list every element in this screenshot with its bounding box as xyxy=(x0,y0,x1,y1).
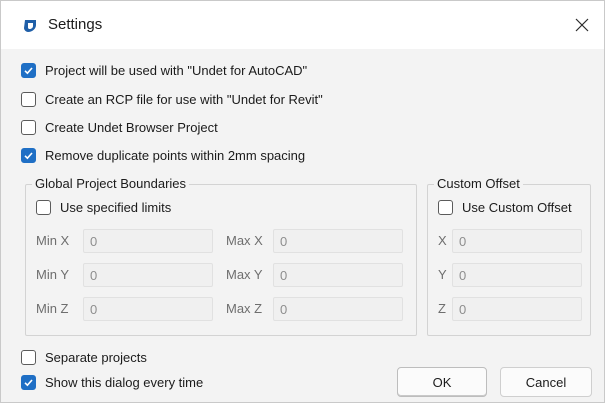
undet-app-icon xyxy=(22,18,38,34)
show-dialog-label: Show this dialog every time xyxy=(45,375,204,390)
use-limits-option[interactable]: Use specified limits xyxy=(36,200,171,215)
use-offset-option[interactable]: Use Custom Offset xyxy=(438,200,572,215)
ok-button[interactable]: OK xyxy=(397,367,487,397)
min-z-label: Min Z xyxy=(36,301,69,316)
option-rcp-label: Create an RCP file for use with "Undet f… xyxy=(45,92,323,107)
min-z-input[interactable]: 0 xyxy=(83,297,213,321)
use-offset-label: Use Custom Offset xyxy=(462,200,572,215)
offset-group: Custom Offset Use Custom Offset X 0 Y 0 … xyxy=(427,176,591,336)
option-browser[interactable]: Create Undet Browser Project xyxy=(21,120,218,135)
max-z-label: Max Z xyxy=(226,301,263,316)
offset-group-title: Custom Offset xyxy=(434,176,523,191)
separate-projects-label: Separate projects xyxy=(45,350,147,365)
min-y-label: Min Y xyxy=(36,267,69,282)
option-rcp[interactable]: Create an RCP file for use with "Undet f… xyxy=(21,92,323,107)
window-title: Settings xyxy=(48,16,103,33)
offset-x-label: X xyxy=(438,233,447,248)
option-autocad-label: Project will be used with "Undet for Aut… xyxy=(45,63,308,78)
use-limits-checkbox[interactable] xyxy=(36,200,51,215)
option-autocad[interactable]: Project will be used with "Undet for Aut… xyxy=(21,63,307,78)
use-offset-checkbox[interactable] xyxy=(438,200,453,215)
option-browser-label: Create Undet Browser Project xyxy=(45,120,218,135)
max-x-label: Max X xyxy=(226,233,263,248)
show-dialog-checkbox[interactable] xyxy=(21,375,36,390)
option-duplicates-label: Remove duplicate points within 2mm spaci… xyxy=(45,148,306,163)
min-x-label: Min X xyxy=(36,233,70,248)
option-duplicates-checkbox[interactable] xyxy=(21,148,36,163)
option-autocad-checkbox[interactable] xyxy=(21,63,36,78)
min-x-input[interactable]: 0 xyxy=(83,229,213,253)
offset-z-label: Z xyxy=(438,301,446,316)
close-icon xyxy=(575,18,589,32)
cancel-button[interactable]: Cancel xyxy=(500,367,592,397)
separate-projects-checkbox[interactable] xyxy=(21,350,36,365)
offset-y-input[interactable]: 0 xyxy=(452,263,582,287)
dialog-body: Project will be used with "Undet for Aut… xyxy=(1,49,604,402)
option-duplicates[interactable]: Remove duplicate points within 2mm spaci… xyxy=(21,148,305,163)
title-bar: Settings xyxy=(1,1,604,49)
checkmark-icon xyxy=(24,379,33,387)
separate-projects-option[interactable]: Separate projects xyxy=(21,350,147,365)
max-z-input[interactable]: 0 xyxy=(273,297,403,321)
settings-dialog: Settings Project will be used with "Unde… xyxy=(0,0,605,403)
boundaries-group: Global Project Boundaries Use specified … xyxy=(25,176,417,336)
option-rcp-checkbox[interactable] xyxy=(21,92,36,107)
offset-y-label: Y xyxy=(438,267,447,282)
offset-z-input[interactable]: 0 xyxy=(452,297,582,321)
checkmark-icon xyxy=(24,152,33,160)
offset-x-input[interactable]: 0 xyxy=(452,229,582,253)
max-y-input[interactable]: 0 xyxy=(273,263,403,287)
show-dialog-option[interactable]: Show this dialog every time xyxy=(21,375,203,390)
close-button[interactable] xyxy=(569,13,595,37)
max-x-input[interactable]: 0 xyxy=(273,229,403,253)
boundaries-group-title: Global Project Boundaries xyxy=(32,176,190,191)
checkmark-icon xyxy=(24,67,33,75)
min-y-input[interactable]: 0 xyxy=(83,263,213,287)
max-y-label: Max Y xyxy=(226,267,263,282)
option-browser-checkbox[interactable] xyxy=(21,120,36,135)
use-limits-label: Use specified limits xyxy=(60,200,172,215)
